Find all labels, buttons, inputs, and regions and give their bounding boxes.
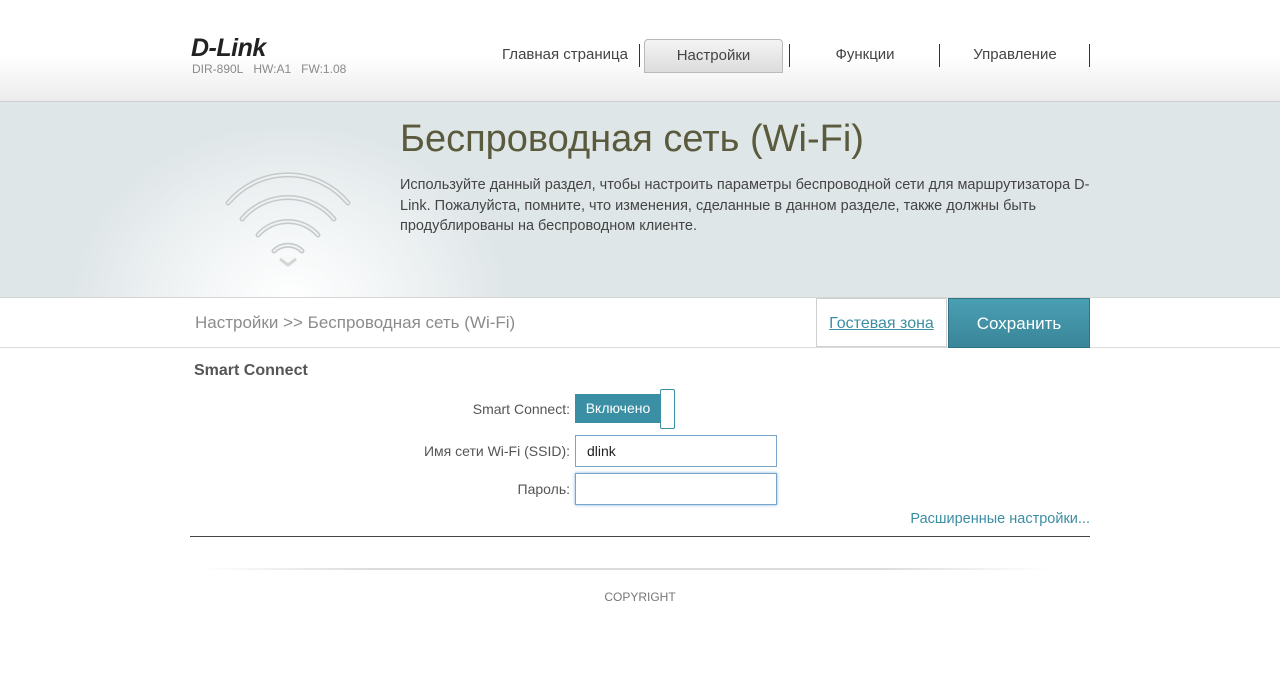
copyright-text: COPYRIGHT (604, 590, 676, 604)
device-info: DIR-890L HW:A1 FW:1.08 (192, 62, 356, 76)
nav-separator (789, 44, 790, 67)
nav-home[interactable]: Главная страница (495, 39, 635, 71)
nav-settings[interactable]: Настройки (644, 39, 783, 73)
dlink-logo[interactable]: D-Link (191, 34, 266, 63)
nav-separator (939, 44, 940, 67)
nav-management[interactable]: Управление (945, 39, 1085, 71)
nav-separator (1089, 44, 1090, 67)
advanced-settings-link[interactable]: Расширенные настройки... (910, 511, 1090, 527)
model-name: DIR-890L (192, 62, 244, 76)
footer-divider (200, 568, 1050, 570)
page-title: Беспроводная сеть (Wi-Fi) (400, 118, 864, 160)
nav-separator (639, 44, 640, 67)
breadcrumb: Настройки >> Беспроводная сеть (Wi-Fi) (195, 313, 516, 332)
top-header: D-Link DIR-890L HW:A1 FW:1.08 Главная стра… (0, 0, 1280, 102)
nav-features[interactable]: Функции (795, 39, 935, 71)
guest-zone-button[interactable]: Гостевая зона (816, 298, 947, 347)
toggle-state: Включено (575, 394, 661, 423)
hardware-version: HW:A1 (253, 62, 292, 76)
smart-connect-toggle[interactable]: Включено (575, 389, 675, 429)
save-button[interactable]: Сохранить (948, 298, 1090, 348)
password-label: Пароль: (517, 481, 570, 497)
smart-connect-label: Smart Connect: (472, 401, 570, 417)
toggle-knob[interactable] (660, 389, 675, 429)
ssid-input[interactable] (575, 435, 777, 467)
password-input[interactable] (575, 473, 777, 505)
wifi-icon (225, 172, 351, 267)
section-title: Smart Connect (194, 362, 308, 379)
ssid-label: Имя сети Wi-Fi (SSID): (423, 443, 570, 459)
firmware-version: FW:1.08 (301, 62, 347, 76)
section-divider (190, 536, 1090, 537)
page-description: Используйте данный раздел, чтобы настрои… (400, 177, 1090, 234)
